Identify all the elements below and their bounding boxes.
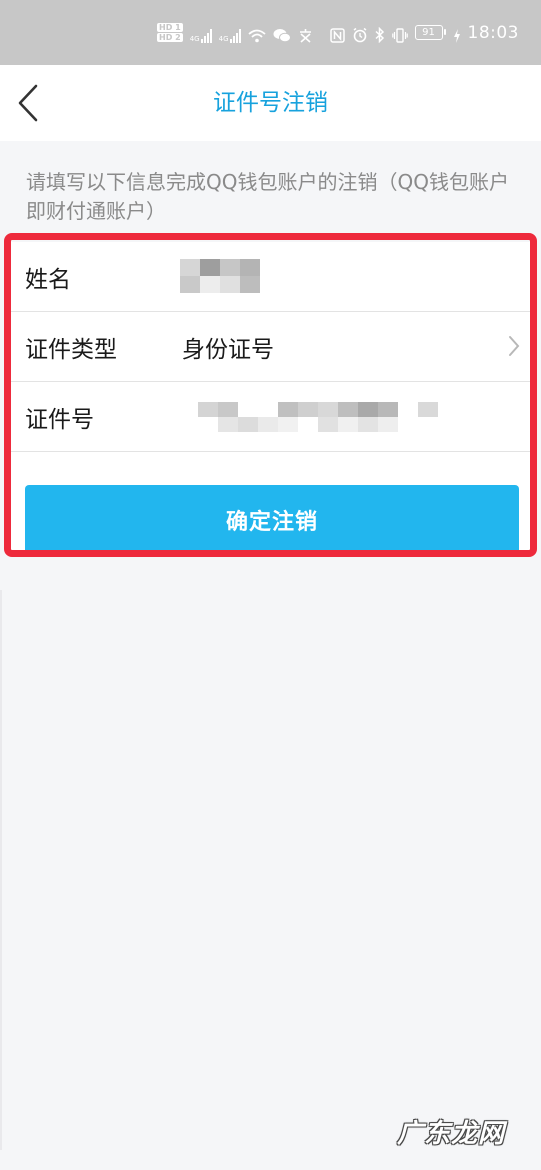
- deregister-form: 姓名 证件类型 身份证号 证件号 确定注销: [8, 242, 534, 555]
- id-number-row[interactable]: 证件号: [8, 382, 534, 452]
- alarm-icon: [352, 23, 368, 43]
- id-type-row[interactable]: 证件类型 身份证号: [8, 312, 534, 382]
- form-description: 请填写以下信息完成QQ钱包账户的注销（QQ钱包账户即财付通账户）: [26, 170, 509, 223]
- name-label: 姓名: [25, 266, 71, 293]
- bluetooth-icon: [374, 23, 385, 43]
- chevron-right-icon: [509, 336, 520, 356]
- confirm-deregister-button[interactable]: 确定注销: [25, 485, 519, 555]
- wechat-icon: [273, 23, 291, 43]
- battery-icon: 91: [414, 25, 446, 40]
- signal-icon-2: 4G: [219, 23, 241, 43]
- vibrate-icon: [391, 23, 408, 43]
- nav-bar: 证件号注销: [0, 65, 541, 141]
- id-type-label: 证件类型: [25, 336, 117, 363]
- status-bar: HD 1 HD 2 4G 4G 91 18:03: [0, 0, 541, 65]
- id-number-masked: [198, 402, 458, 432]
- confirm-area: 确定注销: [8, 452, 534, 555]
- chevron-left-icon: [18, 84, 38, 122]
- back-button[interactable]: [6, 77, 50, 129]
- charging-icon: [453, 23, 461, 43]
- wifi-icon: [247, 23, 266, 43]
- id-number-label: 证件号: [25, 406, 94, 433]
- page-title: 证件号注销: [213, 90, 328, 116]
- id-type-value: 身份证号: [182, 336, 274, 363]
- watermark-logo: 广东龙网: [396, 1119, 505, 1149]
- hd-badge: HD 1 HD 2: [157, 23, 183, 42]
- edge-divider: [0, 590, 2, 1150]
- app-notification-icon: [298, 23, 313, 43]
- name-value-masked: [180, 259, 260, 293]
- nfc-icon: [329, 23, 345, 43]
- status-time: 18:03: [467, 22, 519, 43]
- name-row[interactable]: 姓名: [8, 242, 534, 312]
- signal-icon: 4G: [190, 23, 212, 43]
